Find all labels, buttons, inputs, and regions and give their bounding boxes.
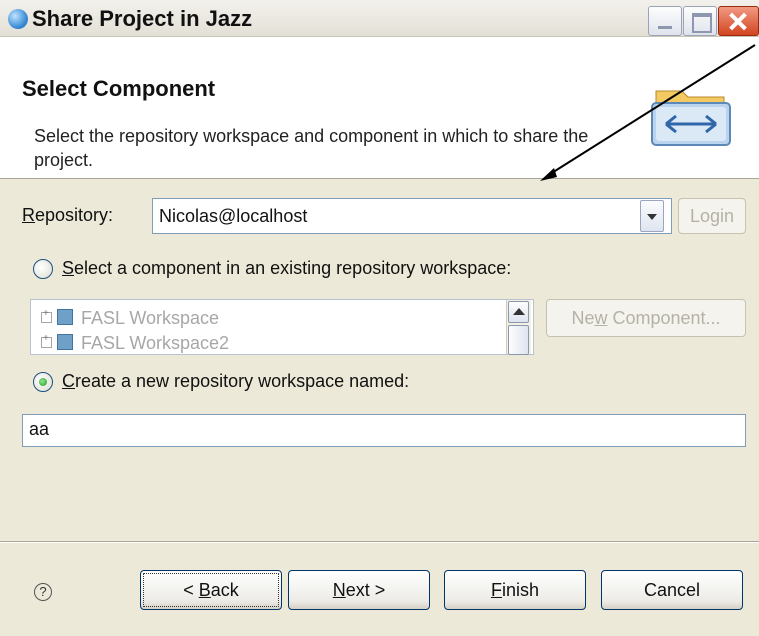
window-title: Share Project in Jazz bbox=[32, 6, 253, 31]
help-icon[interactable]: ? bbox=[34, 583, 52, 601]
finish-text: inish bbox=[501, 580, 540, 600]
expand-icon[interactable] bbox=[41, 333, 52, 348]
existing-workspace-label: Select a component in an existing reposi… bbox=[62, 258, 511, 279]
tree-item[interactable]: FASL Workspace bbox=[41, 308, 219, 329]
back-button[interactable]: < Back bbox=[140, 570, 282, 610]
existing-option-text: elect a component in an existing reposit… bbox=[74, 258, 512, 278]
tree-scrollbar[interactable] bbox=[506, 300, 531, 355]
create-option-mnemonic: C bbox=[62, 371, 75, 391]
repository-label-mnemonic: R bbox=[22, 205, 35, 225]
next-button[interactable]: Next > bbox=[288, 570, 430, 610]
close-button[interactable] bbox=[718, 6, 759, 36]
title-bar: Share Project in Jazz bbox=[0, 0, 759, 37]
scroll-thumb[interactable] bbox=[508, 325, 529, 355]
existing-workspace-radio[interactable] bbox=[33, 259, 53, 279]
new-component-mnemonic: w bbox=[594, 308, 608, 328]
back-prefix: < bbox=[183, 580, 199, 600]
existing-option-mnemonic: S bbox=[62, 258, 75, 278]
folder-transfer-icon bbox=[651, 90, 731, 146]
workspace-name-field[interactable] bbox=[22, 414, 746, 447]
minimize-button[interactable] bbox=[648, 6, 682, 36]
tree-item-label: FASL Workspace2 bbox=[81, 333, 230, 353]
maximize-button[interactable] bbox=[683, 6, 717, 36]
share-project-dialog: Share Project in Jazz Select Component S… bbox=[0, 0, 759, 636]
expand-icon[interactable] bbox=[41, 308, 52, 323]
next-text: ext > bbox=[345, 580, 386, 600]
scroll-up-icon[interactable] bbox=[508, 301, 529, 323]
wizard-banner: Select Component Select the repository w… bbox=[0, 37, 759, 179]
login-button[interactable]: Login bbox=[678, 198, 746, 234]
workspace-name-input[interactable] bbox=[23, 415, 735, 444]
page-title: Select Component bbox=[22, 76, 216, 101]
new-component-prefix: Ne bbox=[571, 308, 595, 328]
create-workspace-label: Create a new repository workspace named: bbox=[62, 371, 409, 392]
workspace-icon bbox=[57, 309, 73, 325]
finish-button[interactable]: Finish bbox=[444, 570, 586, 610]
footer-separator bbox=[0, 541, 759, 543]
repository-combo[interactable]: Nicolas@localhost bbox=[152, 198, 672, 234]
next-mnemonic: N bbox=[332, 580, 346, 600]
new-component-button[interactable]: New Component... bbox=[546, 299, 746, 337]
chevron-down-icon[interactable] bbox=[640, 200, 664, 232]
repository-label: Repository: bbox=[22, 205, 113, 226]
repository-label-text: epository: bbox=[35, 205, 114, 225]
create-workspace-radio[interactable] bbox=[33, 372, 53, 392]
workspace-tree[interactable]: FASL Workspace FASL Workspace2 bbox=[30, 299, 534, 355]
repository-value: Nicolas@localhost bbox=[159, 206, 308, 226]
back-mnemonic: B bbox=[198, 580, 211, 600]
finish-mnemonic: F bbox=[490, 580, 502, 600]
cancel-button[interactable]: Cancel bbox=[601, 570, 743, 610]
create-option-text: reate a new repository workspace named: bbox=[75, 371, 410, 391]
tree-item[interactable]: FASL Workspace2 bbox=[41, 333, 229, 354]
workspace-icon bbox=[57, 334, 73, 350]
jazz-globe-icon bbox=[8, 9, 28, 29]
tree-item-label: FASL Workspace bbox=[81, 308, 220, 328]
page-description: Select the repository workspace and comp… bbox=[34, 126, 589, 170]
back-text: ack bbox=[210, 580, 239, 600]
new-component-text: Component... bbox=[607, 308, 721, 328]
